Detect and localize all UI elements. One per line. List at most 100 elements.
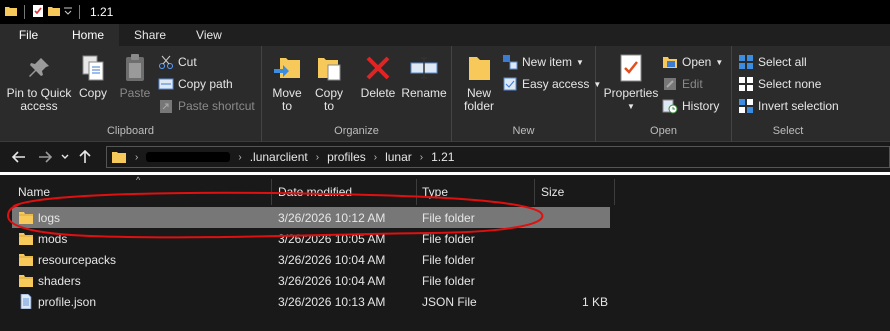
new-group-label: New [512,125,535,137]
copy-to-label-line2: to [323,99,334,113]
folder-icon [19,233,33,245]
paste-icon [119,52,151,84]
copy-path-button[interactable]: Copy path [158,74,233,94]
breadcrumb-chevron-icon[interactable]: › [316,152,319,163]
organize-group: Move to Copy to Delete Rename Organize [262,46,452,142]
file-size [540,207,608,228]
properties-label: Properties [603,86,659,100]
folder-icon[interactable] [4,4,18,21]
new-folder-icon [463,52,495,84]
file-date: 3/26/2026 10:04 AM [278,252,386,267]
clipboard-group: Pin to Quick access Copy Paste Cut Copy … [0,46,262,142]
new-folder-button[interactable]: New folder [460,52,498,113]
quick-access-toolbar [4,4,84,21]
chevron-down-icon: ▼ [715,57,724,67]
tab-view[interactable]: View [181,24,237,46]
select-none-icon [738,76,754,92]
copy-path-icon [158,76,174,92]
cut-button[interactable]: Cut [158,52,197,72]
tab-share[interactable]: Share [119,24,181,46]
tab-home[interactable]: Home [57,24,120,46]
table-row[interactable]: shaders 3/26/2026 10:04 AM File folder [12,270,610,291]
breadcrumb-current[interactable]: 1.21 [431,150,454,164]
select-all-label: Select all [758,55,807,69]
column-header-date[interactable]: Date modified [278,181,352,203]
column-divider[interactable] [416,179,417,205]
breadcrumb-chevron-icon[interactable]: › [238,152,241,163]
scissors-icon [158,54,174,70]
properties-icon[interactable] [31,4,45,21]
delete-x-icon [362,52,394,84]
file-list: ^ Name Date modified Type Size logs 3/26… [0,175,890,331]
table-row[interactable]: resourcepacks 3/26/2026 10:04 AM File fo… [12,249,610,270]
up-arrow-icon[interactable] [72,144,98,170]
folder-icon [19,254,33,266]
properties-icon [615,52,647,84]
invert-selection-button[interactable]: Invert selection [738,96,839,116]
ribbon: Pin to Quick access Copy Paste Cut Copy … [0,46,890,142]
select-group: Select all Select none Invert selection … [732,46,844,142]
folder-icon [19,275,33,287]
copy-to-button[interactable]: Copy to [312,52,346,113]
file-size [540,249,608,270]
chevron-down-icon: ▼ [627,102,635,111]
new-item-icon [502,54,518,70]
forward-arrow-icon[interactable] [32,144,58,170]
address-bar[interactable]: › › .lunarclient › profiles › lunar › 1.… [106,146,890,168]
back-arrow-icon[interactable] [6,144,32,170]
easy-access-button[interactable]: Easy access ▼ [502,74,601,94]
easy-access-icon [502,76,518,92]
breadcrumb-chevron-icon[interactable]: › [420,152,423,163]
table-row[interactable]: mods 3/26/2026 10:05 AM File folder [12,228,610,249]
file-size: 1 KB [581,294,608,309]
column-divider[interactable] [271,179,272,205]
column-header-size[interactable]: Size [541,181,564,203]
chevron-down-icon[interactable] [63,4,73,21]
paste-shortcut-icon [158,98,174,114]
history-button[interactable]: History [662,96,719,116]
recent-locations-chevron-icon[interactable] [58,144,72,170]
history-icon [662,98,678,114]
breadcrumb-lunar[interactable]: lunar [385,150,412,164]
invert-selection-label: Invert selection [758,99,839,113]
open-button[interactable]: Open ▼ [662,52,723,72]
breadcrumb-chevron-icon[interactable]: › [374,152,377,163]
breadcrumb-profiles[interactable]: profiles [327,150,366,164]
file-size [540,270,608,291]
move-to-label-line2: to [281,99,292,113]
select-all-button[interactable]: Select all [738,52,807,72]
breadcrumb-chevron-icon[interactable]: › [135,152,138,163]
tab-file[interactable]: File [0,24,57,46]
edit-button: Edit [662,74,703,94]
delete-button[interactable]: Delete [358,52,398,100]
new-item-button[interactable]: New item ▼ [502,52,584,72]
file-name: logs [38,210,61,225]
window-title: 1.21 [90,5,114,19]
rename-button[interactable]: Rename [401,52,447,100]
select-none-button[interactable]: Select none [738,74,821,94]
properties-button[interactable]: Properties ▼ [602,52,660,113]
column-header-type[interactable]: Type [422,181,448,203]
move-to-button[interactable]: Move to [270,52,304,113]
column-header-name[interactable]: Name [18,181,50,203]
copy-to-icon [313,52,345,84]
cut-label: Cut [178,55,197,69]
file-type: File folder [422,252,475,267]
table-row[interactable]: profile.json 3/26/2026 10:13 AM JSON Fil… [12,291,610,312]
title-bar: 1.21 [0,0,890,24]
table-row[interactable]: logs 3/26/2026 10:12 AM File folder [12,207,610,228]
organize-group-label: Organize [334,125,379,137]
file-size [540,228,608,249]
new-folder-icon[interactable] [47,4,61,21]
rename-icon [408,52,440,84]
column-divider[interactable] [614,179,615,205]
breadcrumb-lunarclient[interactable]: .lunarclient [250,150,308,164]
new-group: New folder New item ▼ Easy access ▼ New [452,46,601,142]
copy-button[interactable]: Copy [76,52,110,100]
chevron-down-icon: ▼ [576,57,584,67]
folder-icon [19,212,33,224]
column-divider[interactable] [534,179,535,205]
clipboard-group-label: Clipboard [106,125,155,137]
pin-to-quick-access-button[interactable]: Pin to Quick access [6,52,72,113]
new-folder-label-line2: folder [463,99,495,113]
